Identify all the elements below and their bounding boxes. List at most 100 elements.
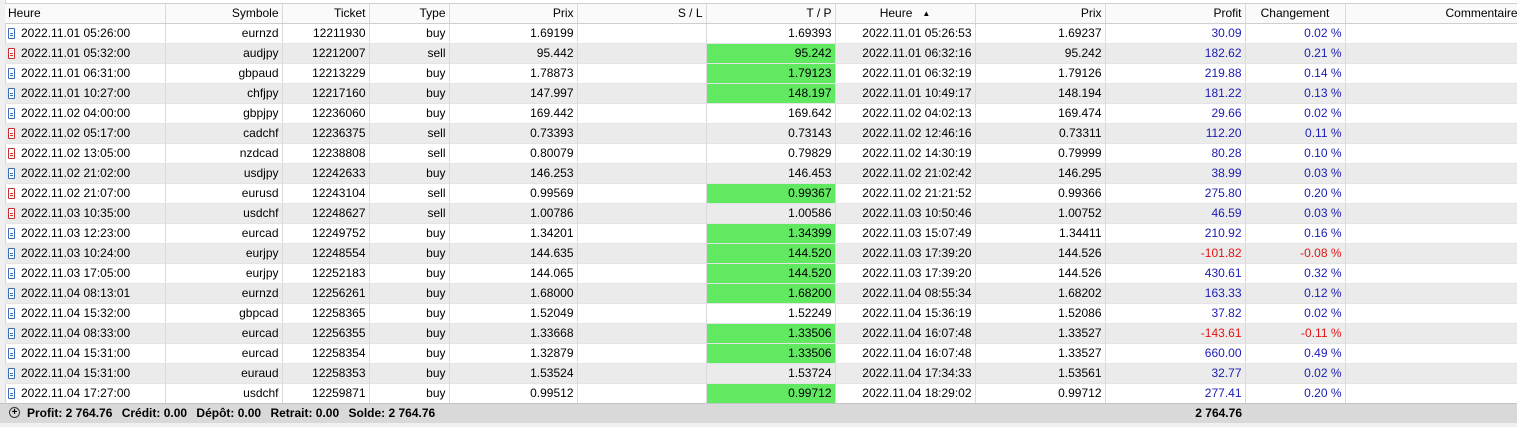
cell-type: buy (369, 343, 450, 364)
column-header-type[interactable]: Type (369, 3, 450, 24)
cell-tp: 1.00586 (706, 203, 836, 224)
cell-close-price: 144.526 (975, 243, 1106, 264)
cell-tp: 146.453 (706, 163, 836, 184)
document-icon (8, 148, 15, 159)
cell-comment: Darwin Swing NF (1345, 383, 1517, 404)
cell-close-time: 2022.11.03 15:07:49 (835, 223, 976, 244)
cell-open-price: 0.99569 (449, 183, 578, 204)
cell-type: sell (369, 183, 450, 204)
cell-close-time: 2022.11.04 17:34:33 (835, 363, 976, 384)
cell-ticket: 12248554 (282, 243, 370, 264)
column-header-heure[interactable]: Heure (5, 3, 166, 24)
cell-close-price: 0.73311 (975, 123, 1106, 144)
cell-type: buy (369, 23, 450, 44)
summary-text: Profit: 2 764.76 Crédit: 0.00 Dépôt: 0.0… (27, 404, 441, 423)
cell-profit: 219.88 (1105, 63, 1246, 84)
cell-open-time: 2022.11.03 10:24:00 (5, 243, 166, 264)
table-row[interactable]: 2022.11.03 10:35:00 usdchf 12248627 sell 1.0… (5, 203, 1517, 224)
cell-comment: Darwin Swing NF (1345, 43, 1517, 64)
cell-close-time: 2022.11.04 18:29:02 (835, 383, 976, 404)
table-row[interactable]: 2022.11.04 17:27:00 usdchf 12259871 buy 0.99… (5, 383, 1517, 404)
table-row[interactable]: 2022.11.01 05:26:00 eurnzd 12211930 buy 1.69… (5, 23, 1517, 44)
open-time-text: 2022.11.01 06:31:00 (21, 66, 131, 80)
open-time-text: 2022.11.03 10:24:00 (21, 246, 131, 260)
column-header-label: Profit (1213, 6, 1242, 20)
table-row[interactable]: 2022.11.02 04:00:00 gbpjpy 12236060 buy 169.… (5, 103, 1517, 124)
cell-close-time: 2022.11.01 10:49:17 (835, 83, 976, 104)
cell-type: buy (369, 363, 450, 384)
column-header-prix[interactable]: Prix (449, 3, 578, 24)
cell-change: 0.20 % (1245, 183, 1346, 204)
column-header-commentaire[interactable]: Commentaire (1345, 3, 1517, 24)
table-row[interactable]: 2022.11.02 21:07:00 eurusd 12243104 sell 0.9… (5, 183, 1517, 204)
cell-ticket: 12211930 (282, 23, 370, 44)
table-row[interactable]: 2022.11.01 10:27:00 chfjpy 12217160 buy 147.… (5, 83, 1517, 104)
cell-close-time: 2022.11.03 17:39:20 (835, 243, 976, 264)
column-header-sl[interactable]: S / L (577, 3, 707, 24)
cell-open-price: 1.78873 (449, 63, 578, 84)
plus-circle-icon[interactable]: + (9, 407, 20, 418)
cell-sl (577, 83, 707, 104)
cell-comment: Darwin Swing NF (1345, 223, 1517, 244)
table-row[interactable]: 2022.11.03 10:24:00 eurjpy 12248554 buy 144.… (5, 243, 1517, 264)
cell-close-time: 2022.11.01 05:26:53 (835, 23, 976, 44)
column-header-ticket[interactable]: Ticket (282, 3, 370, 24)
table-row[interactable]: 2022.11.04 08:13:01 eurnzd 12256261 buy 1.68… (5, 283, 1517, 304)
cell-profit: 182.62 (1105, 43, 1246, 64)
open-time-text: 2022.11.02 05:17:00 (21, 126, 131, 140)
document-icon (8, 48, 15, 59)
cell-open-time: 2022.11.04 17:27:00 (5, 383, 166, 404)
column-header-label: Changement (1260, 6, 1330, 20)
cell-type: buy (369, 243, 450, 264)
cell-symbol: nzdcad (165, 143, 283, 164)
table-row[interactable]: 2022.11.02 21:02:00 usdjpy 12242633 buy 146.… (5, 163, 1517, 184)
cell-sl (577, 123, 707, 144)
table-row[interactable]: 2022.11.01 06:31:00 gbpaud 12213229 buy 1.78… (5, 63, 1517, 84)
table-row[interactable]: 2022.11.03 12:23:00 eurcad 12249752 buy 1.34… (5, 223, 1517, 244)
table-row[interactable]: 2022.11.01 05:32:00 audjpy 12212007 sell 95.… (5, 43, 1517, 64)
cell-tp: 1.33506 (706, 323, 836, 344)
cell-open-time: 2022.11.01 05:32:00 (5, 43, 166, 64)
document-icon (8, 28, 15, 39)
cell-tp: 1.68200 (706, 283, 836, 304)
cell-symbol: eurnzd (165, 23, 283, 44)
open-time-text: 2022.11.02 21:07:00 (21, 186, 131, 200)
table-row[interactable]: 2022.11.04 08:33:00 eurcad 12256355 buy 1.33… (5, 323, 1517, 344)
table-row[interactable]: 2022.11.04 15:31:00 euraud 12258353 buy 1.53… (5, 363, 1517, 384)
cell-open-price: 1.69199 (449, 23, 578, 44)
cell-tp: 1.69393 (706, 23, 836, 44)
column-header-changement[interactable]: Changement (1245, 3, 1346, 24)
cell-profit: -143.61 (1105, 323, 1246, 344)
cell-close-price: 148.194 (975, 83, 1106, 104)
column-header-prix-close[interactable]: Prix (975, 3, 1106, 24)
column-header-label: T / P (806, 6, 832, 20)
column-header-label: Commentaire (1445, 6, 1517, 20)
table-row[interactable]: 2022.11.04 15:32:00 gbpcad 12258365 buy 1.52… (5, 303, 1517, 324)
cell-ticket: 12242633 (282, 163, 370, 184)
cell-open-time: 2022.11.04 15:31:00 (5, 343, 166, 364)
column-header-tp[interactable]: T / P (706, 3, 836, 24)
table-row[interactable]: 2022.11.04 15:31:00 eurcad 12258354 buy 1.32… (5, 343, 1517, 364)
column-header-profit[interactable]: Profit (1105, 3, 1246, 24)
column-header-heure-close[interactable]: Heure ▲ (835, 3, 976, 24)
table-row[interactable]: 2022.11.02 05:17:00 cadchf 12236375 sell 0.7… (5, 123, 1517, 144)
open-time-text: 2022.11.01 05:32:00 (21, 46, 131, 60)
cell-close-price: 1.53561 (975, 363, 1106, 384)
cell-profit: 163.33 (1105, 283, 1246, 304)
cell-comment: Darwin Swing NF (1345, 123, 1517, 144)
cell-open-time: 2022.11.04 15:31:00 (5, 363, 166, 384)
cell-sl (577, 263, 707, 284)
cell-comment: Darwin Swing NF (1345, 203, 1517, 224)
cell-comment: Darwin Swing NF (1345, 303, 1517, 324)
open-time-text: 2022.11.03 17:05:00 (21, 266, 131, 280)
cell-open-time: 2022.11.03 12:23:00 (5, 223, 166, 244)
column-header-label: Prix (552, 6, 574, 20)
cell-symbol: usdchf (165, 383, 283, 404)
table-row[interactable]: 2022.11.03 17:05:00 eurjpy 12252183 buy 144.… (5, 263, 1517, 284)
cell-change: 0.02 % (1245, 303, 1346, 324)
sort-up-icon: ▲ (922, 9, 931, 18)
cell-sl (577, 303, 707, 324)
table-row[interactable]: 2022.11.02 13:05:00 nzdcad 12238808 sell 0.8… (5, 143, 1517, 164)
cell-comment: Darwin Swing NF (1345, 83, 1517, 104)
column-header-symbole[interactable]: Symbole (165, 3, 283, 24)
